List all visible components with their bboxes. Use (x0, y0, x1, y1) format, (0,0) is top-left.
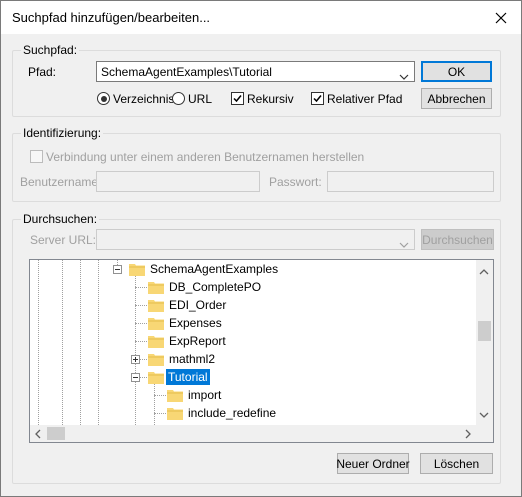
horizontal-scroll-thumb[interactable] (47, 427, 65, 440)
scroll-up-icon[interactable] (479, 264, 489, 278)
checkbox-other-user-label: Verbindung unter einem anderen Benutzern… (46, 150, 365, 164)
tree-item-label[interactable]: import (186, 387, 223, 403)
checkbox-other-user[interactable] (30, 150, 43, 163)
server-url-label: Server URL: (30, 233, 97, 247)
tree-item-label[interactable]: DB_CompletePO (167, 279, 263, 295)
tree-guide-line (135, 341, 147, 342)
folder-icon (148, 300, 164, 312)
tree-guide-line (154, 384, 155, 425)
folder-open-icon (148, 372, 164, 384)
radio-url-label: URL (188, 92, 213, 106)
chevron-down-icon[interactable] (399, 69, 409, 83)
close-icon[interactable] (481, 1, 521, 34)
path-combobox[interactable]: SchemaAgentExamples\Tutorial (96, 61, 415, 82)
radio-verzeichnis[interactable] (97, 92, 110, 105)
tree-item-label[interactable]: include_redefine (186, 405, 278, 421)
folder-icon (167, 408, 183, 420)
browse-button[interactable]: Durchsuchen (421, 229, 494, 250)
tree-item-label[interactable]: mathml2 (167, 351, 217, 367)
folder-icon (148, 282, 164, 294)
tree-guide-line (140, 359, 147, 360)
tree-guide-line (154, 395, 166, 396)
checkbox-rekursiv[interactable] (231, 92, 244, 105)
tree-item-label[interactable]: SchemaAgentExamples (148, 261, 280, 277)
folder-icon (167, 390, 183, 402)
password-label: Passwort: (269, 175, 322, 189)
collapse-icon[interactable] (131, 373, 140, 382)
new-folder-button[interactable]: Neuer Ordner (336, 453, 410, 474)
path-value: SchemaAgentExamples\Tutorial (101, 65, 272, 79)
folder-icon (148, 354, 164, 366)
username-input[interactable] (96, 171, 260, 192)
password-input[interactable] (327, 171, 494, 192)
identification-group-label: Identifizierung: (21, 126, 104, 140)
cancel-button[interactable]: Abbrechen (421, 88, 492, 109)
tree-item-label[interactable]: EDI_Order (167, 297, 228, 313)
checkbox-rekursiv-label: Rekursiv (247, 92, 294, 106)
browse-group-label: Durchsuchen: (21, 212, 100, 226)
tree-guide-line (135, 305, 147, 306)
folder-icon (129, 264, 145, 276)
checkbox-relativer-pfad-label: Relativer Pfad (327, 92, 403, 106)
delete-button[interactable]: Löschen (420, 453, 493, 474)
radio-verzeichnis-label: Verzeichnis (113, 92, 175, 106)
folder-icon (148, 336, 164, 348)
tree-guide-line (62, 260, 63, 425)
tree-guide-line (98, 260, 99, 425)
folder-tree[interactable]: SchemaAgentExamples DB_CompletePO EDI_Or… (29, 259, 494, 443)
checkmark-icon (313, 95, 322, 103)
checkbox-relativer-pfad[interactable] (311, 92, 324, 105)
chevron-down-icon[interactable] (399, 237, 409, 251)
scroll-right-icon[interactable] (465, 428, 471, 442)
tree-guide-line (154, 413, 166, 414)
server-url-combobox[interactable] (96, 229, 415, 250)
expand-icon[interactable] (131, 355, 140, 364)
scrollbar-corner (476, 425, 493, 442)
horizontal-scrollbar[interactable] (30, 425, 476, 442)
tree-guide-line (38, 260, 39, 425)
path-label: Pfad: (28, 65, 57, 79)
tree-guide-line (135, 287, 147, 288)
checkmark-icon (233, 95, 242, 103)
tree-item-label[interactable]: Expenses (167, 315, 224, 331)
radio-url[interactable] (172, 92, 185, 105)
collapse-icon[interactable] (113, 265, 122, 274)
scroll-left-icon[interactable] (35, 428, 41, 442)
ok-button[interactable]: OK (421, 61, 492, 82)
vertical-scroll-thumb[interactable] (478, 321, 491, 341)
window-title: Suchpfad hinzufügen/bearbeiten... (12, 10, 211, 25)
search-path-group-label: Suchpfad: (21, 43, 80, 57)
folder-icon (148, 318, 164, 330)
tree-guide-line (135, 323, 147, 324)
tree-guide-line (140, 377, 147, 378)
username-label: Benutzername: (20, 175, 102, 189)
tree-item-label-selected[interactable]: Tutorial (166, 369, 210, 385)
scroll-down-icon[interactable] (479, 407, 489, 421)
search-path-dialog: Suchpfad hinzufügen/bearbeiten... Suchpf… (0, 0, 522, 497)
tree-guide-line (80, 260, 81, 425)
tree-item-label[interactable]: ExpReport (167, 333, 228, 349)
tree-guide-line (135, 276, 136, 425)
vertical-scrollbar[interactable] (476, 260, 493, 425)
title-bar: Suchpfad hinzufügen/bearbeiten... (1, 1, 521, 34)
